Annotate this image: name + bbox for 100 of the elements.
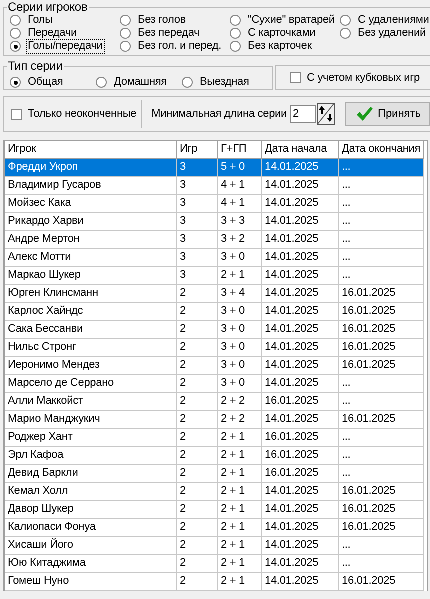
table-cell: ... (339, 195, 424, 213)
radio-button-icon[interactable] (230, 28, 241, 39)
radio-option[interactable]: Голы (10, 14, 120, 27)
radio-button-icon[interactable] (120, 15, 131, 26)
radio-option[interactable]: "Сухие" вратарей (230, 14, 340, 27)
checkbox-option[interactable]: Только неоконченные (4, 108, 141, 120)
table-row[interactable]: Марсело де Серрано 2 3 + 0 14.01.2025 ... (5, 375, 427, 393)
table-row[interactable]: Мойзес Кака 3 4 + 1 14.01.2025 ... (5, 195, 427, 213)
table-row[interactable]: Сака Бессанви 2 3 + 0 14.01.2025 16.01.2025 (5, 321, 427, 339)
checkbox[interactable] (290, 72, 301, 83)
column-header[interactable]: Игр (177, 141, 218, 159)
table-cell: Марио Манджукич (5, 411, 177, 429)
radio-label: Домашняя (113, 75, 168, 90)
column-header[interactable]: Г+ГП (218, 141, 262, 159)
radio-label: Без передач (137, 26, 201, 41)
table-cell: Юю Китаджима (5, 555, 177, 573)
table-cell: 2 + 1 (218, 465, 262, 483)
radio-button-icon[interactable] (230, 41, 241, 52)
radio-label: Голы/передачи (26, 39, 105, 54)
radio-label: Без голов (137, 13, 187, 28)
radio-option[interactable]: Передачи (10, 27, 120, 40)
table-cell: ... (339, 177, 424, 195)
table-row[interactable]: Юрген Клинсманн 2 3 + 4 14.01.2025 16.01.2025 (5, 285, 427, 303)
radio-button-icon[interactable] (120, 41, 131, 52)
table-row[interactable]: Кемал Холл 2 2 + 1 14.01.2025 16.01.2025 (5, 483, 427, 501)
table-cell: Эрл Кафоа (5, 447, 177, 465)
column-header[interactable]: Игрок (5, 141, 177, 159)
table-cell: 2 (177, 321, 218, 339)
table-cell: 2 (177, 465, 218, 483)
table-cell: ... (339, 267, 424, 285)
radio-button-icon[interactable] (340, 15, 351, 26)
table-cell: 16.01.2025 (262, 393, 339, 411)
column-header[interactable]: Дата окончания (339, 141, 424, 159)
table-cell: Маркао Шукер (5, 267, 177, 285)
radio-button-icon[interactable] (10, 15, 21, 26)
radio-option[interactable]: Без передач (120, 27, 230, 40)
radio-button-icon[interactable] (10, 28, 21, 39)
radio-button-icon[interactable] (340, 28, 351, 39)
radio-button-icon[interactable] (96, 77, 107, 88)
table-cell: 2 + 1 (218, 267, 262, 285)
radio-option[interactable]: Выездная (182, 75, 272, 90)
table-row[interactable]: Хисаши Його 2 2 + 1 14.01.2025 ... (5, 537, 427, 555)
table-cell: 14.01.2025 (262, 501, 339, 519)
table-row[interactable]: Карлос Хайндс 2 3 + 0 14.01.2025 16.01.2025 (5, 303, 427, 321)
radio-option[interactable]: Домашняя (96, 75, 182, 90)
table-row[interactable]: Фредди Укроп 3 5 + 0 14.01.2025 ... (5, 159, 427, 177)
table-row[interactable]: Маркао Шукер 3 2 + 1 14.01.2025 ... (5, 267, 427, 285)
table-cell: Роджер Хант (5, 429, 177, 447)
table-cell: 3 + 0 (218, 249, 262, 267)
table-cell: ... (339, 393, 424, 411)
column-header[interactable]: Дата начала (262, 141, 339, 159)
radio-label: Без гол. и перед. (137, 39, 223, 54)
table-cell: 14.01.2025 (262, 321, 339, 339)
radio-label: Передачи (27, 26, 78, 41)
table-row[interactable]: Иеронимо Мендез 2 3 + 0 14.01.2025 16.01.2025 (5, 357, 427, 375)
radio-option[interactable]: Без голов (120, 14, 230, 27)
table-cell: 2 + 1 (218, 429, 262, 447)
table-row[interactable]: Давор Шукер 2 2 + 1 14.01.2025 16.01.2025 (5, 501, 427, 519)
table-cell: Андре Мертон (5, 231, 177, 249)
radio-option[interactable]: Без гол. и перед. (120, 40, 230, 53)
apply-button[interactable]: Принять (345, 102, 430, 126)
radio-button-icon[interactable] (10, 77, 21, 88)
table-cell: 2 (177, 303, 218, 321)
table-row[interactable]: Юю Китаджима 2 2 + 1 14.01.2025 ... (5, 555, 427, 573)
radio-option[interactable]: Без карточек (230, 40, 340, 53)
table-row[interactable]: Рикардо Харви 3 3 + 3 14.01.2025 ... (5, 213, 427, 231)
spin-arrows-icon[interactable] (317, 103, 336, 125)
radio-option[interactable]: Голы/передачи (10, 40, 120, 53)
table-row[interactable]: Марио Манджукич 2 2 + 2 14.01.2025 16.01.2025 (5, 411, 427, 429)
table-cell: 2 (177, 555, 218, 573)
table-row[interactable]: Гомеш Нуно 2 2 + 1 14.01.2025 16.01.2025 (5, 573, 427, 591)
table-cell: 16.01.2025 (339, 501, 424, 519)
table-row[interactable]: Роджер Хант 2 2 + 1 16.01.2025 ... (5, 429, 427, 447)
table-cell: 14.01.2025 (262, 483, 339, 501)
radio-option[interactable]: Общая (10, 75, 96, 90)
checkbox[interactable] (11, 108, 22, 120)
radio-button-icon[interactable] (230, 15, 241, 26)
table-cell: 5 + 0 (218, 159, 262, 177)
radio-button-icon[interactable] (10, 41, 21, 52)
table-cell: 3 (177, 267, 218, 285)
table-row[interactable]: Алли Маккойст 2 2 + 2 16.01.2025 ... (5, 393, 427, 411)
table-cell: 14.01.2025 (262, 357, 339, 375)
table-row[interactable]: Владимир Гусаров 3 4 + 1 14.01.2025 ... (5, 177, 427, 195)
table-row[interactable]: Девид Баркли 2 2 + 1 16.01.2025 ... (5, 465, 427, 483)
table-cell: Девид Баркли (5, 465, 177, 483)
radio-option[interactable]: Без удалений (340, 27, 430, 40)
table-row[interactable]: Нильс Стронг 2 3 + 0 14.01.2025 16.01.2025 (5, 339, 427, 357)
table-cell: 3 + 0 (218, 321, 262, 339)
min-length-field[interactable]: 2 (290, 105, 316, 123)
radio-option[interactable]: С удалениями (340, 14, 430, 27)
table-cell: 2 (177, 447, 218, 465)
table-row[interactable]: Андре Мертон 3 3 + 2 14.01.2025 ... (5, 231, 427, 249)
table-cell: ... (339, 159, 424, 177)
radio-option[interactable]: С карточками (230, 27, 340, 40)
table-row[interactable]: Эрл Кафоа 2 2 + 1 16.01.2025 ... (5, 447, 427, 465)
table-row[interactable]: Калиопаси Фонуа 2 2 + 1 14.01.2025 16.01.2025 (5, 519, 427, 537)
radio-button-icon[interactable] (182, 77, 193, 88)
table-row[interactable]: Алекс Мотти 3 3 + 0 14.01.2025 ... (5, 249, 427, 267)
radio-button-icon[interactable] (120, 28, 131, 39)
table-cell: 3 (177, 159, 218, 177)
